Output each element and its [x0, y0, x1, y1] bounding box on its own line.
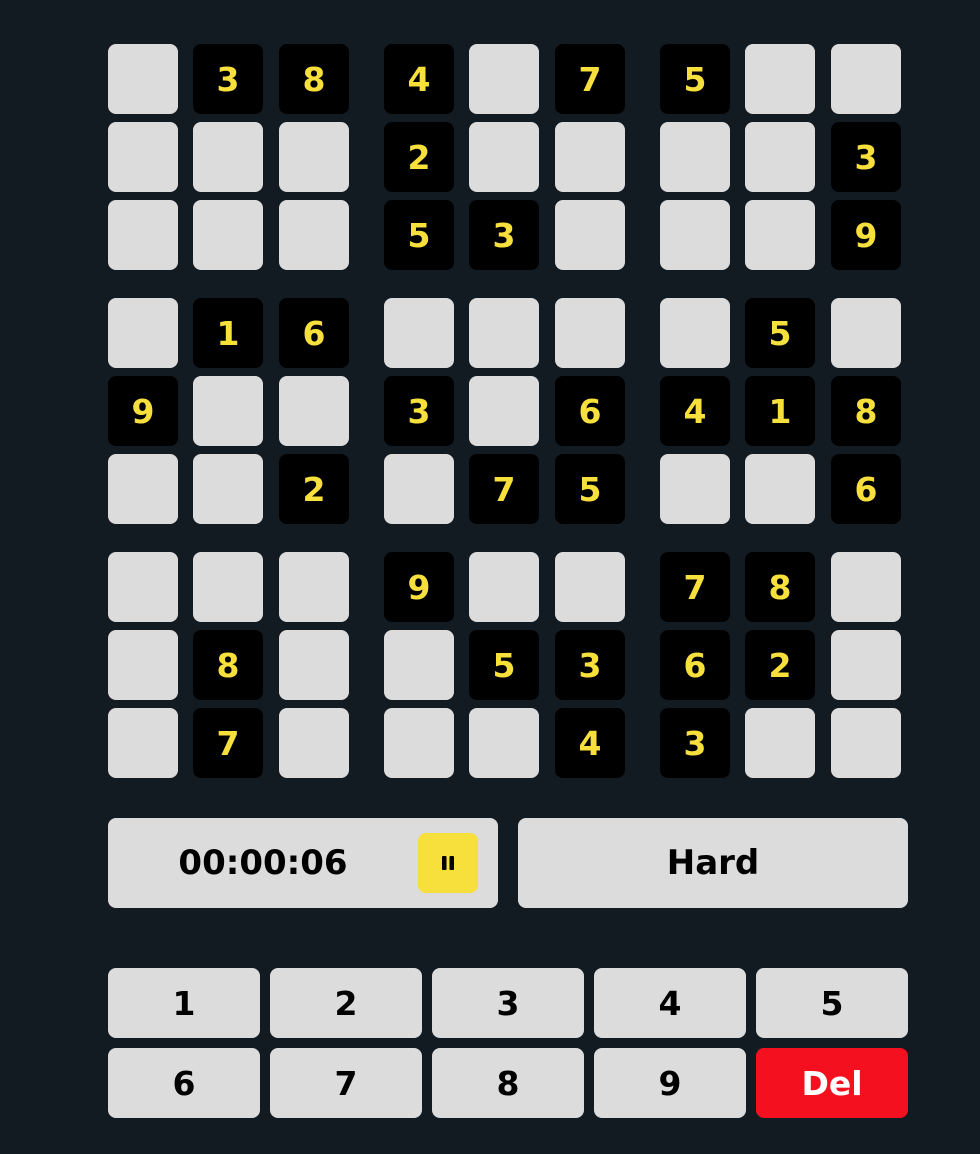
sudoku-cell[interactable]: [108, 298, 178, 368]
sudoku-cell[interactable]: [555, 200, 625, 270]
sudoku-cell[interactable]: 2: [384, 122, 454, 192]
sudoku-cell[interactable]: 3: [469, 200, 539, 270]
sudoku-cell[interactable]: 6: [555, 376, 625, 446]
sudoku-cell[interactable]: 2: [745, 630, 815, 700]
sudoku-cell[interactable]: [660, 122, 730, 192]
sudoku-cell[interactable]: [745, 122, 815, 192]
number-key[interactable]: 9: [594, 1048, 746, 1118]
sudoku-cell[interactable]: [555, 122, 625, 192]
sudoku-cell[interactable]: 1: [193, 298, 263, 368]
sudoku-cell[interactable]: 3: [831, 122, 901, 192]
number-key[interactable]: 2: [270, 968, 422, 1038]
pause-icon: [442, 856, 454, 870]
sudoku-cell[interactable]: 1: [745, 376, 815, 446]
sudoku-cell[interactable]: 7: [660, 552, 730, 622]
sudoku-cell[interactable]: [108, 454, 178, 524]
sudoku-cell[interactable]: [108, 552, 178, 622]
sudoku-cell[interactable]: 8: [831, 376, 901, 446]
number-key[interactable]: 1: [108, 968, 260, 1038]
sudoku-cell[interactable]: [831, 630, 901, 700]
number-key[interactable]: 3: [432, 968, 584, 1038]
pause-button[interactable]: [418, 833, 478, 893]
sudoku-cell[interactable]: [555, 552, 625, 622]
number-key[interactable]: 7: [270, 1048, 422, 1118]
sudoku-cell[interactable]: [193, 376, 263, 446]
delete-key[interactable]: Del: [756, 1048, 908, 1118]
sudoku-cell[interactable]: [279, 376, 349, 446]
number-key[interactable]: 5: [756, 968, 908, 1038]
sudoku-cell[interactable]: [279, 708, 349, 778]
sudoku-cell[interactable]: [108, 630, 178, 700]
sudoku-cell[interactable]: [831, 298, 901, 368]
sudoku-cell[interactable]: [279, 122, 349, 192]
timer-display: 00:00:06: [178, 843, 348, 883]
sudoku-cell[interactable]: [279, 200, 349, 270]
sudoku-cell[interactable]: 5: [555, 454, 625, 524]
sudoku-cell[interactable]: 4: [660, 376, 730, 446]
sudoku-cell[interactable]: [108, 122, 178, 192]
sudoku-cell[interactable]: [745, 200, 815, 270]
sudoku-cell[interactable]: [745, 454, 815, 524]
sudoku-cell[interactable]: 7: [193, 708, 263, 778]
sudoku-cell[interactable]: [469, 708, 539, 778]
sudoku-cell[interactable]: 8: [745, 552, 815, 622]
sudoku-cell[interactable]: 5: [660, 44, 730, 114]
sudoku-cell[interactable]: 2: [279, 454, 349, 524]
sudoku-cell[interactable]: [384, 298, 454, 368]
sudoku-cell[interactable]: [555, 298, 625, 368]
sudoku-cell[interactable]: [193, 454, 263, 524]
sudoku-cell[interactable]: [469, 376, 539, 446]
sudoku-cell[interactable]: 7: [555, 44, 625, 114]
sudoku-cell[interactable]: 6: [831, 454, 901, 524]
sudoku-cell[interactable]: 8: [193, 630, 263, 700]
sudoku-cell[interactable]: 6: [279, 298, 349, 368]
difficulty-selector[interactable]: Hard: [518, 818, 908, 908]
sudoku-cell[interactable]: [745, 708, 815, 778]
sudoku-cell[interactable]: [108, 200, 178, 270]
sudoku-cell[interactable]: [193, 552, 263, 622]
sudoku-cell[interactable]: [108, 44, 178, 114]
sudoku-cell[interactable]: [469, 44, 539, 114]
sudoku-cell[interactable]: [745, 44, 815, 114]
sudoku-cell[interactable]: [193, 200, 263, 270]
sudoku-cell[interactable]: [469, 122, 539, 192]
sudoku-cell[interactable]: 9: [831, 200, 901, 270]
sudoku-cell[interactable]: [279, 630, 349, 700]
sudoku-cell[interactable]: [831, 708, 901, 778]
sudoku-cell[interactable]: 5: [745, 298, 815, 368]
sudoku-board: 3847523539165936418275697885362743: [0, 0, 980, 800]
sudoku-cell[interactable]: [660, 454, 730, 524]
timer-panel: 00:00:06: [108, 818, 498, 908]
sudoku-cell[interactable]: 5: [469, 630, 539, 700]
sudoku-cell[interactable]: [469, 298, 539, 368]
sudoku-cell[interactable]: [831, 44, 901, 114]
sudoku-cell[interactable]: [384, 630, 454, 700]
sudoku-cell[interactable]: 9: [384, 552, 454, 622]
sudoku-cell[interactable]: [831, 552, 901, 622]
number-key[interactable]: 6: [108, 1048, 260, 1118]
sudoku-cell[interactable]: 4: [555, 708, 625, 778]
sudoku-cell[interactable]: 3: [384, 376, 454, 446]
sudoku-cell[interactable]: 3: [555, 630, 625, 700]
sudoku-cell[interactable]: 7: [469, 454, 539, 524]
number-key[interactable]: 8: [432, 1048, 584, 1118]
sudoku-cell[interactable]: [108, 708, 178, 778]
sudoku-cell[interactable]: [660, 298, 730, 368]
sudoku-cell[interactable]: 3: [193, 44, 263, 114]
sudoku-cell[interactable]: 4: [384, 44, 454, 114]
sudoku-cell[interactable]: 5: [384, 200, 454, 270]
sudoku-cell[interactable]: [384, 708, 454, 778]
sudoku-cell[interactable]: [660, 200, 730, 270]
number-key[interactable]: 4: [594, 968, 746, 1038]
sudoku-cell[interactable]: 9: [108, 376, 178, 446]
sudoku-cell[interactable]: [193, 122, 263, 192]
sudoku-cell[interactable]: 8: [279, 44, 349, 114]
sudoku-cell[interactable]: [469, 552, 539, 622]
sudoku-cell[interactable]: [279, 552, 349, 622]
sudoku-cell[interactable]: 6: [660, 630, 730, 700]
sudoku-cell[interactable]: 3: [660, 708, 730, 778]
sudoku-cell[interactable]: [384, 454, 454, 524]
